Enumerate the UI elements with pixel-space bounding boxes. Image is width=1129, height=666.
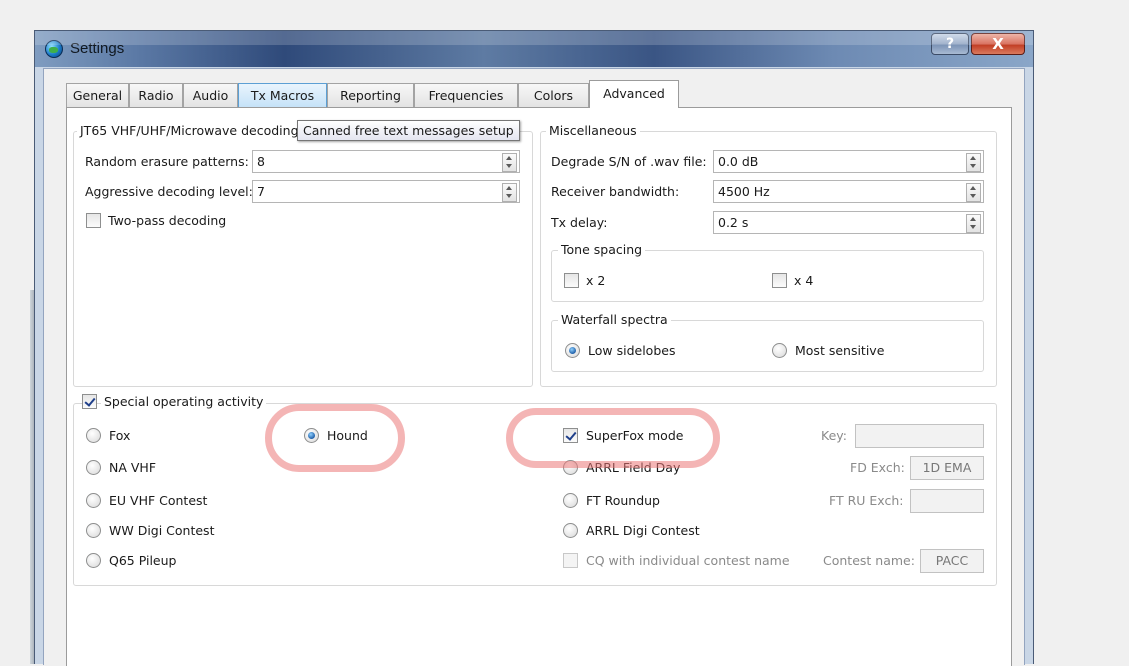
misc-group-title: Miscellaneous [546,123,640,138]
spin-arrows-icon[interactable] [502,183,517,202]
q65-pileup-label: Q65 Pileup [109,553,177,568]
spin-arrows-icon[interactable] [966,214,981,233]
low-sidelobes-radio[interactable] [565,343,580,358]
waterfall-title: Waterfall spectra [558,312,671,327]
aggressive-level-label: Aggressive decoding level: [85,184,253,199]
degrade-label: Degrade S/N of .wav file: [551,154,707,169]
contest-name-label: Contest name: [823,553,915,568]
cq-individual-checkbox[interactable] [563,553,578,568]
advanced-tab-pane: JT65 VHF/UHF/Microwave decoding Random e… [66,107,1012,666]
spin-arrows-icon[interactable] [502,153,517,172]
two-pass-label: Two-pass decoding [108,213,227,228]
tx-delay-spinbox[interactable]: 0.2 s [713,211,984,234]
ww-digi-label: WW Digi Contest [109,523,215,538]
tone-spacing-group [551,250,984,302]
hound-highlight-mark [265,404,405,472]
tab-tx-macros[interactable]: Tx Macros [238,83,327,107]
tab-colors[interactable]: Colors [518,83,589,107]
bandwidth-spinbox[interactable]: 4500 Hz [713,180,984,203]
cq-individual-label: CQ with individual contest name [586,553,790,568]
eu-vhf-label: EU VHF Contest [109,493,208,508]
spin-arrows-icon[interactable] [966,153,981,172]
close-button[interactable]: X [971,33,1025,55]
low-sidelobes-label: Low sidelobes [588,343,676,358]
settings-window: Settings ? X General Radio Audio Tx Macr… [34,30,1034,666]
fd-exch-field[interactable]: 1D EMA [910,456,984,480]
tone-spacing-title: Tone spacing [558,242,646,257]
special-activity-checkbox[interactable] [82,394,97,409]
window-title: Settings [70,40,125,57]
tab-reporting[interactable]: Reporting [327,83,414,107]
q65-pileup-radio[interactable] [86,553,101,568]
bandwidth-label: Receiver bandwidth: [551,184,680,199]
tone-x2-checkbox[interactable] [564,273,579,288]
arrl-digi-label: ARRL Digi Contest [586,523,700,538]
tone-x4-label: x 4 [794,273,814,288]
tx-delay-value: 0.2 s [718,215,749,230]
fd-exch-label: FD Exch: [850,460,905,475]
special-activity-title: Special operating activity [101,394,267,409]
dialog-client-area: General Radio Audio Tx Macros Reporting … [43,68,1025,666]
key-label: Key: [821,428,847,443]
title-bar[interactable]: Settings ? X [35,31,1033,67]
ft-roundup-label: FT Roundup [586,493,660,508]
tab-frequencies[interactable]: Frequencies [414,83,518,107]
tab-audio[interactable]: Audio [183,83,238,107]
arrl-digi-radio[interactable] [563,523,578,538]
tone-x2-label: x 2 [586,273,606,288]
key-field[interactable] [855,424,984,448]
random-erasure-value: 8 [257,154,265,169]
degrade-value: 0.0 dB [718,154,759,169]
two-pass-checkbox[interactable] [86,213,101,228]
tx-macros-tooltip: Canned free text messages setup [297,120,520,141]
ft-ru-exch-field[interactable] [910,489,984,513]
help-button[interactable]: ? [931,33,969,55]
fox-label: Fox [109,428,131,443]
degrade-spinbox[interactable]: 0.0 dB [713,150,984,173]
superfox-highlight-mark [506,408,720,468]
ww-digi-radio[interactable] [86,523,101,538]
most-sensitive-label: Most sensitive [795,343,885,358]
na-vhf-label: NA VHF [109,460,157,475]
contest-name-field[interactable]: PACC [920,549,984,573]
random-erasure-spinbox[interactable]: 8 [252,150,520,173]
tab-advanced[interactable]: Advanced [589,80,679,108]
tx-delay-label: Tx delay: [551,215,608,230]
most-sensitive-radio[interactable] [772,343,787,358]
aggressive-level-value: 7 [257,184,265,199]
eu-vhf-radio[interactable] [86,493,101,508]
na-vhf-radio[interactable] [86,460,101,475]
random-erasure-label: Random erasure patterns: [85,154,249,169]
jt65-group-title: JT65 VHF/UHF/Microwave decoding [77,123,302,138]
ft-ru-exch-label: FT RU Exch: [829,493,904,508]
tone-x4-checkbox[interactable] [772,273,787,288]
ft-roundup-radio[interactable] [563,493,578,508]
spin-arrows-icon[interactable] [966,183,981,202]
fox-radio[interactable] [86,428,101,443]
tab-general[interactable]: General [66,83,129,107]
aggressive-level-spinbox[interactable]: 7 [252,180,520,203]
tab-radio[interactable]: Radio [129,83,183,107]
bandwidth-value: 4500 Hz [718,184,770,199]
app-globe-icon [45,40,63,58]
